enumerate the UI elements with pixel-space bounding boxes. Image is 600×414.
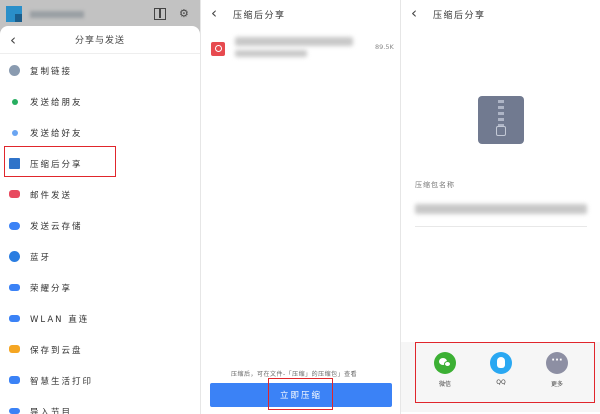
back-icon[interactable]: ‹ — [411, 4, 417, 22]
menu-item-label: WLAN 直连 — [30, 315, 90, 325]
compress-now-button[interactable]: 立即压缩 — [210, 383, 392, 407]
share-option-label: QQ — [496, 379, 506, 386]
mail-icon — [9, 190, 20, 198]
archive-name-label: 压缩包名称 — [415, 181, 455, 189]
share-option-label: 微信 — [438, 381, 451, 388]
input-underline — [415, 226, 587, 227]
zip-file-icon — [478, 96, 524, 144]
bluetooth-icon — [9, 251, 20, 262]
nav-bar: ‹ 压缩后分享 — [401, 0, 600, 28]
menu-item-wlan[interactable]: WLAN 直连 — [0, 303, 200, 334]
sheet-title: 分享与发送 — [74, 36, 125, 46]
menu-item-label: 发送给朋友 — [30, 98, 83, 108]
menu-item-send-contact[interactable]: 发送给好友 — [0, 117, 200, 148]
menu-item-cloud[interactable]: 发送云存储 — [0, 210, 200, 241]
blurred-title — [30, 11, 84, 18]
menu-item-label: 压缩后分享 — [30, 160, 83, 170]
menu-item-print[interactable]: 智慧生活打印 — [0, 365, 200, 396]
honor-share-icon — [9, 284, 20, 291]
menu-item-label: 发送云存储 — [30, 222, 83, 232]
menu-item-label: 蓝牙 — [30, 253, 52, 263]
menu-item-label: 复制链接 — [30, 67, 73, 77]
file-type-icon — [211, 42, 225, 56]
send-contact-icon — [12, 130, 18, 136]
cloud-icon — [9, 222, 20, 230]
blurred-file-name — [235, 37, 353, 46]
link-icon — [9, 65, 20, 76]
wechat-icon — [434, 352, 456, 374]
more-icon: ··· — [546, 352, 568, 374]
menu-item-mail[interactable]: 邮件发送 — [0, 179, 200, 210]
menu-item-label: 保存到云盘 — [30, 346, 83, 356]
compress-now-label: 立即压缩 — [279, 391, 322, 401]
file-size: 89.5K — [375, 43, 394, 51]
menu-item-label: 智慧生活打印 — [30, 377, 94, 387]
page-title: 压缩后分享 — [233, 11, 286, 21]
share-option-more[interactable]: ··· 更多 — [537, 352, 577, 388]
menu-item-import[interactable]: 导入节目 — [0, 396, 200, 414]
qq-icon — [490, 352, 512, 374]
share-sheet: ‹ 分享与发送 复制链接 发送给朋友 发送给好友 压缩后分享 邮件发送 发送云存… — [0, 26, 200, 414]
settings-icon[interactable]: ⚙ — [179, 7, 189, 20]
page-title: 压缩后分享 — [433, 11, 486, 21]
back-icon[interactable]: ‹ — [211, 4, 217, 22]
blurred-archive-name[interactable] — [415, 204, 587, 214]
share-options-row: 微信 QQ ··· 更多 — [401, 342, 600, 412]
print-icon — [9, 376, 20, 384]
app-logo-icon — [6, 6, 22, 22]
menu-item-copy-link[interactable]: 复制链接 — [0, 55, 200, 86]
menu-item-save-cloud-drive[interactable]: 保存到云盘 — [0, 334, 200, 365]
blurred-file-meta — [235, 50, 307, 57]
share-option-label: 更多 — [550, 381, 563, 388]
share-option-qq[interactable]: QQ — [481, 352, 521, 386]
menu-item-send-friend[interactable]: 发送给朋友 — [0, 86, 200, 117]
menu-item-label: 荣耀分享 — [30, 284, 73, 294]
menu-item-label: 导入节目 — [30, 408, 73, 414]
nav-bar: ‹ 压缩后分享 — [201, 0, 400, 28]
menu-item-honor-share[interactable]: 荣耀分享 — [0, 272, 200, 303]
share-option-wechat[interactable]: 微信 — [425, 352, 465, 388]
split-view-icon[interactable] — [154, 8, 166, 20]
cloud-drive-icon — [9, 345, 20, 353]
wlan-icon — [9, 315, 20, 322]
import-icon — [9, 408, 20, 414]
compress-result-screen: ‹ 压缩后分享 压缩包名称 微信 QQ ··· 更多 — [400, 0, 600, 414]
menu-item-compress-share[interactable]: 压缩后分享 — [0, 148, 200, 179]
send-friend-icon — [12, 99, 18, 105]
sheet-header: ‹ 分享与发送 — [0, 26, 200, 54]
compress-share-screen: ‹ 压缩后分享 89.5K 压缩后，可在文件-「压缩」的压缩包」查看 立即压缩 — [200, 0, 400, 414]
menu-item-bluetooth[interactable]: 蓝牙 — [0, 241, 200, 272]
menu-item-label: 发送给好友 — [30, 129, 83, 139]
compress-note: 压缩后，可在文件-「压缩」的压缩包」查看 — [231, 371, 358, 378]
menu-item-label: 邮件发送 — [30, 191, 73, 201]
compress-icon — [9, 158, 20, 169]
share-sheet-screen: ⚙ ‹ 分享与发送 复制链接 发送给朋友 发送给好友 压缩后分享 邮件发送 发送… — [0, 0, 200, 414]
